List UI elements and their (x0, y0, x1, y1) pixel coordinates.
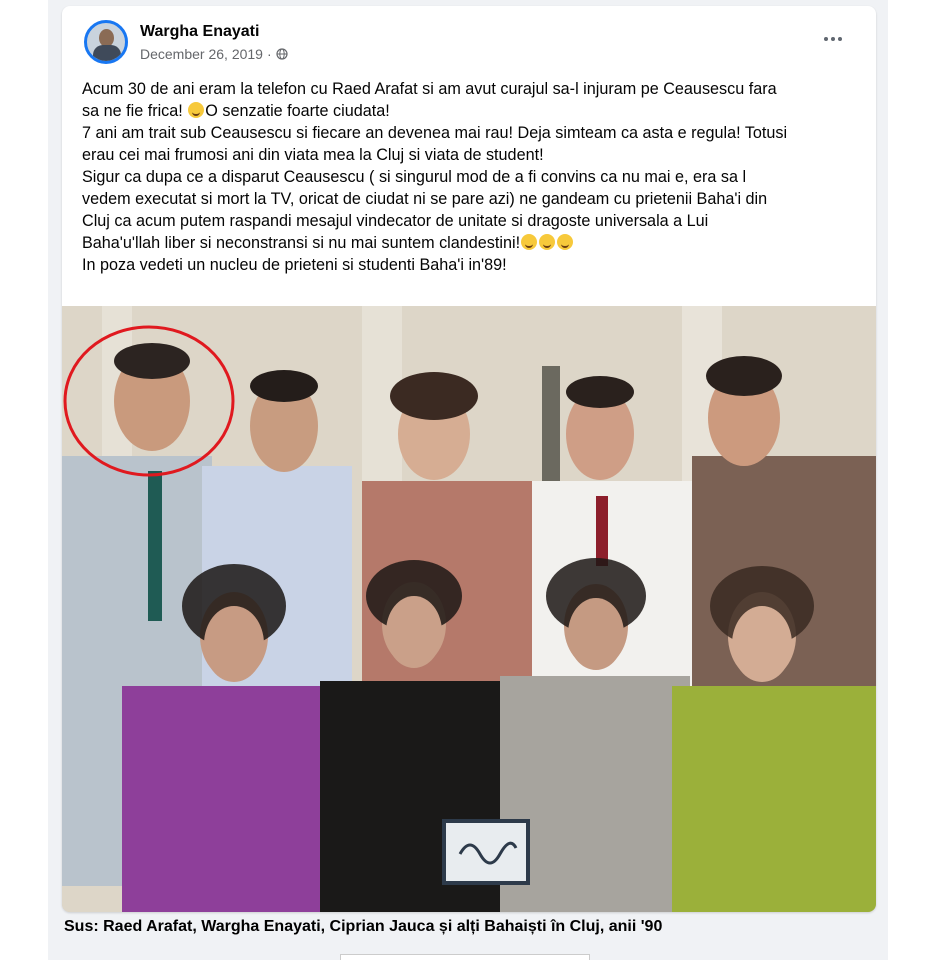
avatar-body-shape (93, 45, 121, 61)
facebook-post: Wargha Enayati December 26, 2019 · Acum … (62, 6, 876, 912)
photo-caption: Sus: Raed Arafat, Wargha Enayati, Cipria… (64, 918, 663, 935)
more-dot (831, 37, 835, 41)
author-avatar[interactable] (84, 20, 128, 64)
post-line: sa ne fie frica! O senzatie foarte ciuda… (82, 102, 390, 120)
grinning-emoji-icon (557, 234, 574, 250)
post-line: Sigur ca dupa ce a disparut Ceausescu ( … (82, 168, 747, 186)
more-dot (838, 37, 842, 41)
post-line: erau cei mai frumosi ani din viata mea l… (82, 146, 544, 164)
right-margin (888, 0, 939, 960)
post-line: vedem executat si mort la TV, oricat de … (82, 190, 768, 208)
post-line: Baha'u'llah liber si neconstransi si nu … (82, 232, 862, 254)
bottom-edge-bar (340, 954, 590, 960)
post-date-link[interactable]: December 26, 2019 (140, 46, 263, 62)
globe-icon[interactable] (276, 48, 288, 60)
author-name-link[interactable]: Wargha Enayati (140, 23, 259, 41)
more-options-icon[interactable] (820, 32, 846, 46)
post-line: In poza vedeti un nucleu de prieteni si … (82, 256, 507, 274)
left-margin (0, 0, 48, 960)
post-line: Acum 30 de ani eram la telefon cu Raed A… (82, 80, 777, 98)
grinning-emoji-icon (521, 234, 538, 250)
group-photo-illustration (62, 306, 876, 912)
post-body-text: Acum 30 de ani eram la telefon cu Raed A… (82, 78, 862, 276)
post-meta: December 26, 2019 · (140, 46, 288, 62)
post-line: 7 ani am trait sub Ceausescu si fiecare … (82, 124, 788, 142)
meta-separator: · (266, 46, 272, 62)
winking-tongue-emoji-icon (188, 102, 205, 118)
post-line: Cluj ca acum putem raspandi mesajul vind… (82, 212, 709, 230)
group-photo-image[interactable] (62, 306, 876, 912)
grinning-emoji-icon (539, 234, 556, 250)
more-dot (824, 37, 828, 41)
